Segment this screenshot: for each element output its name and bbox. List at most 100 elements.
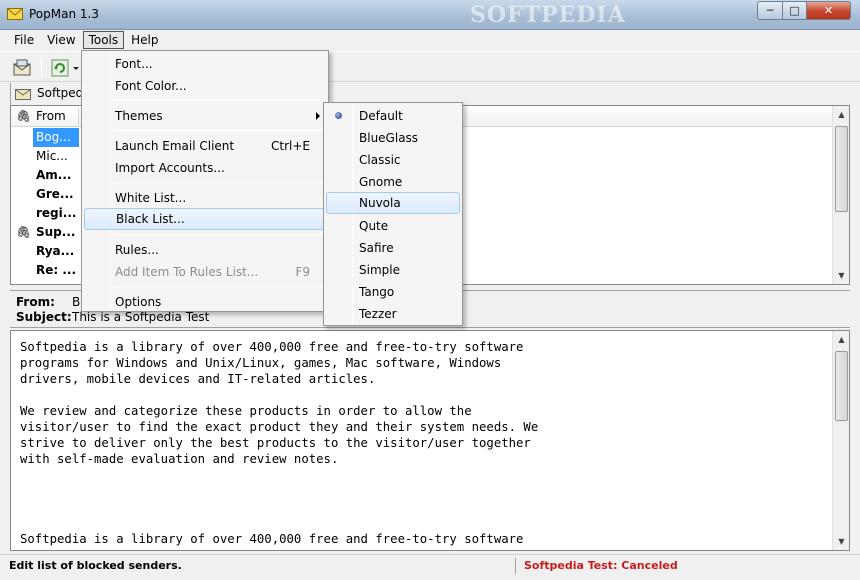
status-divider [515, 558, 516, 574]
menu-separator [113, 286, 326, 287]
window-title: PopMan 1.3 [29, 7, 99, 21]
menu-item-import-accounts[interactable]: Import Accounts... [84, 157, 326, 179]
column-header-from[interactable]: From [36, 109, 66, 123]
envelope-icon [7, 8, 23, 20]
scroll-up-icon[interactable]: ▲ [833, 106, 850, 123]
dropdown-arrow-icon[interactable] [72, 58, 80, 78]
theme-item-tezzer[interactable]: Tezzer [326, 303, 460, 325]
menu-separator [113, 100, 326, 101]
refresh-icon[interactable] [50, 58, 70, 78]
message-row[interactable]: regi... [11, 204, 79, 223]
from-label: From: [16, 295, 55, 309]
body-scroll-thumb[interactable] [835, 351, 848, 421]
menu-bar: File View Tools Help [0, 30, 860, 50]
menu-item-add-item-to-rules-list: Add Item To Rules List... F9 [84, 261, 326, 283]
body-scroll-up-icon[interactable]: ▲ [833, 331, 849, 348]
subject-label: Subject: [16, 310, 72, 324]
menu-item-launch-email-client[interactable]: Launch Email Client Ctrl+E [84, 135, 326, 157]
message-row[interactable]: Rya... [11, 242, 79, 261]
message-row[interactable]: Bog... [33, 128, 79, 147]
menu-separator [113, 130, 326, 131]
menu-item-shortcut: F9 [295, 265, 310, 279]
message-row-from: Am... [36, 168, 72, 182]
message-row[interactable]: Gre... [11, 185, 79, 204]
theme-item-gnome[interactable]: Gnome [326, 171, 460, 193]
theme-item-nuvola[interactable]: Nuvola [326, 192, 460, 214]
attachment-icon: 🖇 [16, 225, 32, 239]
maximize-icon: □ [789, 4, 800, 17]
message-body-pane[interactable]: Softpedia is a library of over 400,000 f… [10, 330, 850, 551]
theme-label: Qute [359, 219, 389, 233]
menu-item-black-list[interactable]: Black List... [84, 208, 326, 230]
scroll-thumb[interactable] [835, 126, 848, 212]
menu-item-font[interactable]: Font... [84, 53, 326, 75]
theme-item-qute[interactable]: Qute [326, 215, 460, 237]
menu-item-label: Launch Email Client [115, 139, 235, 153]
menu-item-label: Font... [115, 57, 153, 71]
status-account-result: Softpedia Test: Canceled [524, 559, 678, 572]
theme-label: Nuvola [359, 196, 401, 210]
close-icon: ✕ [823, 4, 834, 17]
status-bar: Edit list of blocked senders. Softpedia … [0, 554, 860, 580]
menu-help[interactable]: Help [125, 31, 164, 49]
menu-item-label: White List... [115, 191, 187, 205]
theme-item-tango[interactable]: Tango [326, 281, 460, 303]
tools-menu: Font... Font Color... Themes Launch Emai… [81, 50, 329, 312]
body-scrollbar[interactable]: ▲ ▼ [832, 331, 849, 550]
message-row[interactable]: 🖇 Sup... [11, 223, 79, 242]
menu-item-white-list[interactable]: White List... [84, 187, 326, 209]
maximize-button[interactable]: □ [782, 1, 807, 20]
menu-file[interactable]: File [8, 31, 40, 49]
message-row-from: Gre... [36, 187, 74, 201]
menu-item-label: Rules... [115, 243, 159, 257]
theme-label: Default [359, 109, 403, 123]
theme-item-default[interactable]: Default [326, 105, 460, 127]
menu-separator [113, 182, 326, 183]
attachment-column-icon[interactable]: 🖇 [16, 109, 31, 123]
theme-label: Safire [359, 241, 394, 255]
menu-item-label: Options [115, 295, 162, 309]
submenu-arrow-icon [316, 112, 320, 120]
menu-item-themes[interactable]: Themes [84, 105, 326, 127]
message-row-from: Re: ... [36, 263, 77, 277]
menu-item-label: Add Item To Rules List... [115, 265, 259, 279]
theme-item-simple[interactable]: Simple [326, 259, 460, 281]
radio-selected-icon [335, 112, 342, 119]
menu-item-label: Font Color... [115, 79, 187, 93]
message-row-from: Bog... [36, 130, 71, 144]
close-button[interactable]: ✕ [806, 1, 851, 20]
theme-label: Classic [359, 153, 401, 167]
from-value: B [72, 295, 81, 309]
message-row-from: Mic... [36, 149, 68, 163]
menu-item-rules[interactable]: Rules... [84, 239, 326, 261]
menu-item-shortcut: Ctrl+E [271, 139, 310, 153]
themes-submenu: Default BlueGlass Classic Gnome Nuvola Q… [323, 102, 463, 326]
theme-item-safire[interactable]: Safire [326, 237, 460, 259]
menu-item-label: Themes [115, 109, 163, 123]
body-scroll-down-icon[interactable]: ▼ [833, 533, 849, 550]
theme-label: Gnome [359, 175, 403, 189]
account-envelope-icon [15, 88, 31, 100]
message-row[interactable]: Am... [11, 166, 79, 185]
theme-label: BlueGlass [359, 131, 419, 145]
menu-item-options[interactable]: Options [84, 291, 326, 313]
minimize-button[interactable]: ─ [757, 1, 783, 20]
message-list-scrollbar[interactable]: ▲ ▼ [832, 106, 849, 284]
message-row-from: Rya... [36, 244, 75, 258]
theme-item-classic[interactable]: Classic [326, 149, 460, 171]
mail-check-icon[interactable] [12, 58, 32, 78]
menu-item-label: Import Accounts... [115, 161, 225, 175]
scroll-down-icon[interactable]: ▼ [833, 267, 850, 284]
toolbar-separator [41, 57, 42, 78]
menu-tools[interactable]: Tools [82, 31, 125, 49]
status-text: Edit list of blocked senders. [9, 559, 182, 572]
theme-item-blueglass[interactable]: BlueGlass [326, 127, 460, 149]
message-row[interactable]: Re: ... [11, 261, 79, 280]
column-divider[interactable] [78, 108, 79, 125]
menu-item-font-color[interactable]: Font Color... [84, 75, 326, 97]
theme-label: Tango [359, 285, 395, 299]
message-row[interactable]: Mic... [11, 147, 79, 166]
message-row-from: regi... [36, 206, 77, 220]
menu-view[interactable]: View [41, 31, 81, 49]
message-row-from: Sup... [36, 225, 76, 239]
